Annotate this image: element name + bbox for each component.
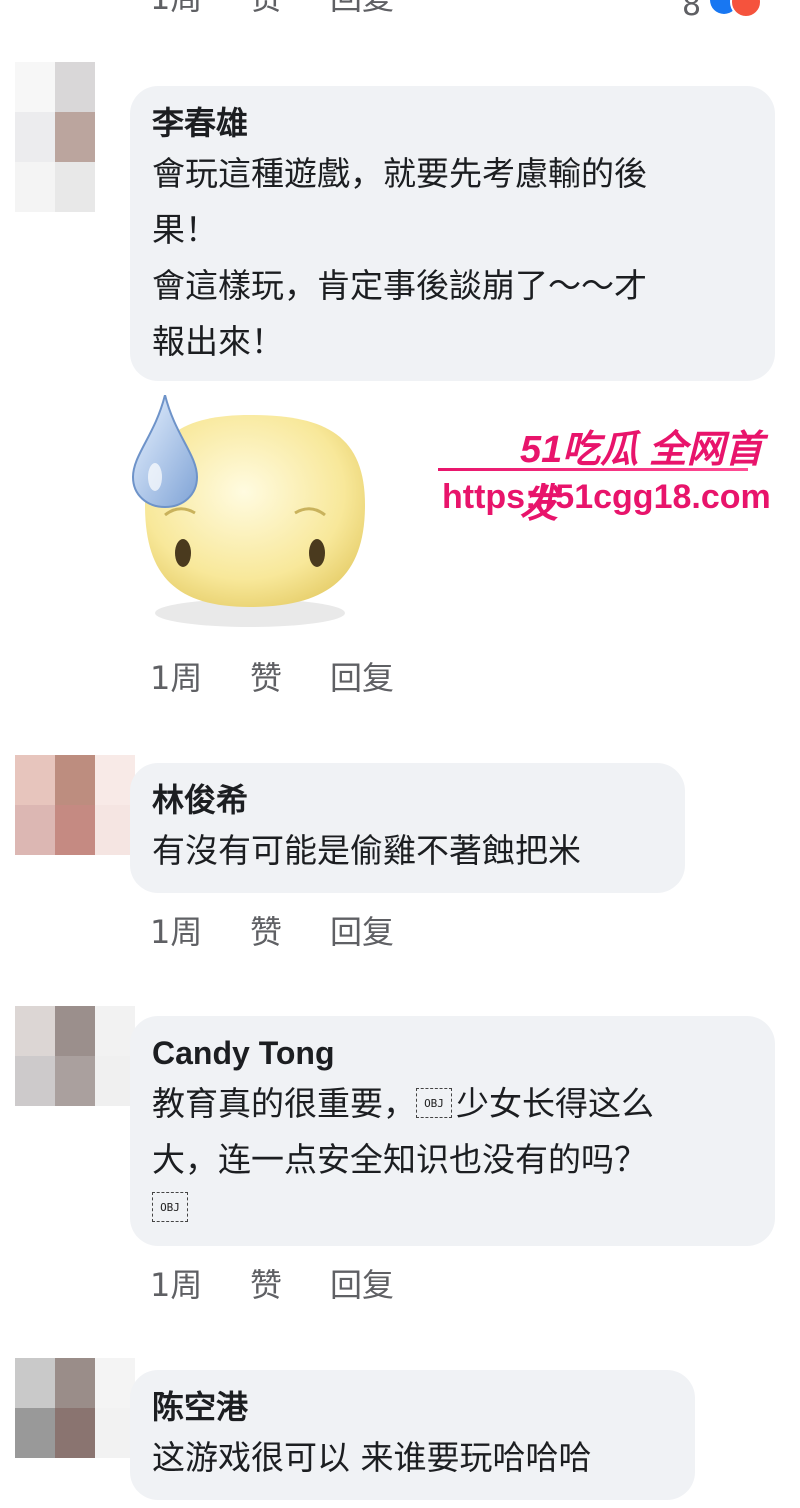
comment-time: 1周 bbox=[150, 913, 203, 951]
comment-actions: 1周 赞 回复 bbox=[150, 658, 450, 698]
love-reaction-icon bbox=[730, 0, 762, 18]
watermark-divider bbox=[438, 468, 748, 471]
reply-button[interactable]: 回复 bbox=[330, 912, 394, 952]
reply-button[interactable]: 回复 bbox=[330, 0, 394, 18]
comment-text-line: 報出來！ bbox=[152, 322, 284, 361]
like-button[interactable]: 赞 bbox=[250, 658, 282, 698]
reply-button[interactable]: 回复 bbox=[330, 1265, 394, 1305]
avatar[interactable] bbox=[15, 1006, 135, 1156]
watermark-url: https://51cgg18.com bbox=[442, 478, 771, 516]
comment-bubble: 林俊希 有沒有可能是偷雞不著蝕把米 bbox=[130, 763, 685, 893]
comment-text-line: 會玩這種遊戲，就要先考慮輸的後 bbox=[152, 154, 647, 193]
comment-text-line: 會這樣玩，肯定事後談崩了～～才 bbox=[152, 266, 647, 305]
comment-bubble: 李春雄 會玩這種遊戲，就要先考慮輸的後 果！ 會這樣玩，肯定事後談崩了～～才 報… bbox=[130, 86, 775, 381]
comment-actions: 1周 赞 回复 bbox=[150, 1265, 450, 1305]
reaction-count: 8 bbox=[682, 0, 702, 23]
avatar[interactable] bbox=[15, 755, 135, 905]
comment-time: 1周 bbox=[150, 1266, 203, 1304]
avatar[interactable] bbox=[15, 62, 135, 212]
comment-author[interactable]: 林俊希 bbox=[152, 777, 663, 823]
like-button[interactable]: 赞 bbox=[250, 1265, 282, 1305]
comment-author[interactable]: Candy Tong bbox=[152, 1030, 753, 1076]
comment-text-line: 大，连一点安全知识也没有的吗？ bbox=[152, 1140, 647, 1179]
comment-text-line: 这游戏很可以 来谁要玩哈哈哈 bbox=[152, 1438, 592, 1477]
sweat-face-sticker-icon bbox=[131, 395, 365, 627]
comment-text-line: 教育真的很重要， OBJ 少女长得这么 bbox=[152, 1076, 753, 1132]
comment-text-line: 果！ bbox=[152, 210, 218, 249]
reply-button[interactable]: 回复 bbox=[330, 658, 394, 698]
comment-text-line: OBJ bbox=[152, 1188, 753, 1228]
comment-actions: 1周 赞 回复 bbox=[150, 912, 450, 952]
avatar[interactable] bbox=[15, 1358, 135, 1508]
comment-bubble: 陈空港 这游戏很可以 来谁要玩哈哈哈 bbox=[130, 1370, 695, 1500]
comment-bubble: Candy Tong 教育真的很重要， OBJ 少女长得这么 大，连一点安全知识也没… bbox=[130, 1016, 775, 1246]
comment-author[interactable]: 陈空港 bbox=[152, 1384, 673, 1430]
comment-author[interactable]: 李春雄 bbox=[152, 100, 753, 146]
comment-text-line: 有沒有可能是偷雞不著蝕把米 bbox=[152, 831, 581, 870]
like-button[interactable]: 赞 bbox=[250, 912, 282, 952]
emoji-placeholder-icon: OBJ bbox=[416, 1087, 452, 1118]
emoji-placeholder-icon: OBJ bbox=[152, 1191, 188, 1222]
comment-time: 1周 bbox=[150, 659, 203, 697]
comment-text: 少女长得这么 bbox=[456, 1084, 654, 1123]
comment-actions-top: 1周 赞 回复 bbox=[150, 0, 450, 18]
comment-time: 1周 bbox=[150, 0, 202, 18]
like-button[interactable]: 赞 bbox=[250, 0, 282, 18]
comment-text: 教育真的很重要， bbox=[152, 1084, 416, 1123]
